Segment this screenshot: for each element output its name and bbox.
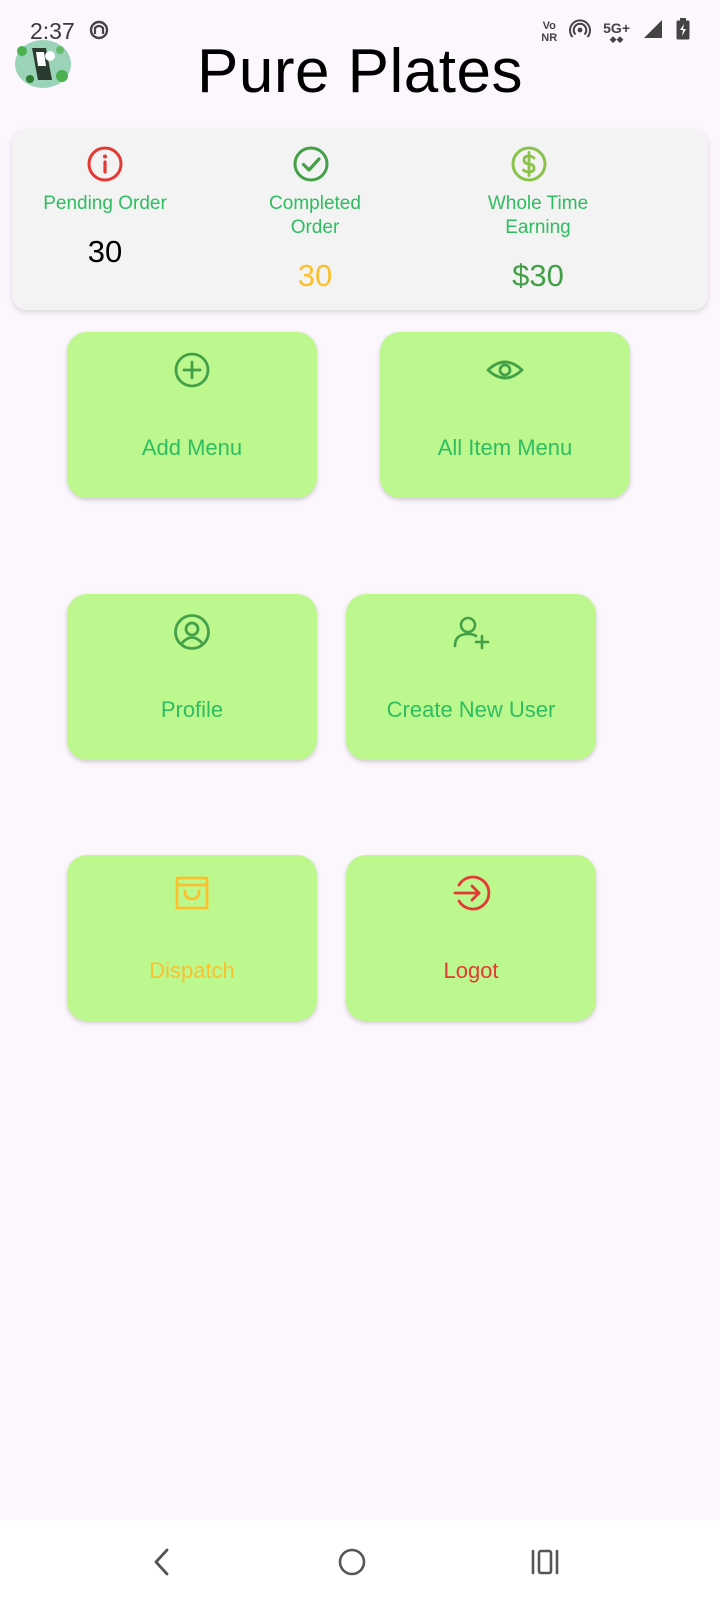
pending-order-value: 30 bbox=[87, 234, 123, 269]
dispatch-button[interactable]: Dispatch bbox=[67, 855, 317, 1021]
recents-button[interactable] bbox=[525, 1542, 565, 1582]
completed-order-label: Completed Order bbox=[240, 192, 390, 240]
whole-time-earning-label-line2: Earning bbox=[505, 217, 571, 238]
create-new-user-label: Create New User bbox=[386, 697, 556, 722]
completed-order-label-line1: Completed bbox=[269, 193, 361, 214]
all-item-menu-button[interactable]: All Item Menu bbox=[380, 332, 630, 498]
logout-button[interactable]: Logot bbox=[346, 855, 596, 1021]
profile-label: Profile bbox=[160, 697, 224, 722]
user-circle-icon bbox=[67, 612, 317, 652]
eye-icon bbox=[380, 350, 630, 390]
logout-icon bbox=[346, 873, 596, 913]
completed-order-value: 30 bbox=[297, 258, 333, 293]
back-button[interactable] bbox=[142, 1542, 182, 1582]
all-item-menu-label: All Item Menu bbox=[437, 435, 573, 460]
volte-line1: Vo bbox=[542, 19, 556, 32]
whole-time-earning-label-line1: Whole Time bbox=[487, 193, 589, 214]
dispatch-label: Dispatch bbox=[149, 958, 235, 983]
logout-label: Logot bbox=[443, 958, 499, 983]
create-new-user-button[interactable]: Create New User bbox=[346, 594, 596, 760]
plus-circle-icon bbox=[67, 350, 317, 390]
add-menu-label: Add Menu bbox=[141, 435, 243, 460]
completed-order-label-line2: Order bbox=[290, 217, 340, 238]
back-chevron-icon bbox=[154, 1548, 169, 1576]
add-menu-button[interactable]: Add Menu bbox=[67, 332, 317, 498]
dollar-circle-icon bbox=[509, 144, 549, 189]
stats-card: Pending Order 30 Completed Order 30 Whol… bbox=[12, 130, 708, 310]
whole-time-earning-label: Whole Time Earning bbox=[458, 192, 618, 240]
info-icon bbox=[85, 144, 125, 189]
check-circle-icon bbox=[291, 144, 331, 189]
app-title: Pure Plates bbox=[196, 37, 523, 106]
pending-order-label: Pending Order bbox=[43, 193, 167, 214]
recents-icon bbox=[531, 1549, 559, 1575]
profile-button[interactable]: Profile bbox=[67, 594, 317, 760]
whole-time-earning-value: $30 bbox=[512, 258, 564, 293]
shopping-bag-icon bbox=[67, 873, 317, 913]
home-button[interactable] bbox=[332, 1542, 372, 1582]
home-circle-icon bbox=[338, 1548, 366, 1576]
system-navigation-bar bbox=[0, 1520, 720, 1600]
user-plus-icon bbox=[346, 612, 596, 652]
